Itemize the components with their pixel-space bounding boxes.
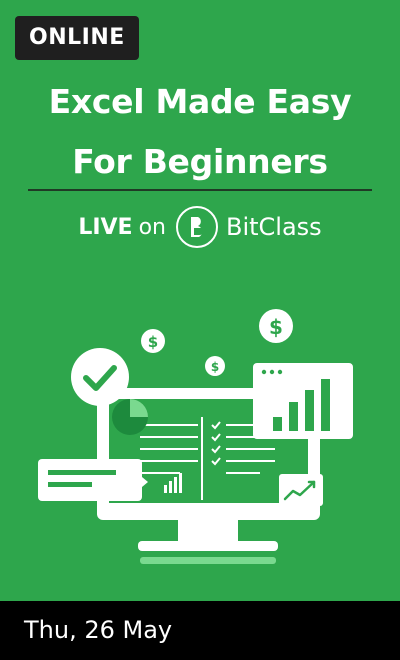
svg-text:$: $ (211, 360, 219, 374)
trend-line-icon (279, 474, 323, 506)
dollar-coin-icon: $ (205, 356, 225, 376)
checkmark-circle-icon (71, 348, 129, 406)
bar-chart-icon (253, 363, 353, 439)
event-card: ONLINE Excel Made Easy For Beginners LIV… (0, 0, 400, 660)
svg-text:$: $ (148, 333, 158, 351)
svg-text:$: $ (269, 315, 283, 339)
title-line-1: Excel Made Easy (48, 82, 352, 121)
computer-illustration: $ $ $ (38, 309, 353, 564)
dollar-coin-icon: $ (259, 309, 293, 343)
brand-name: BitClass (225, 213, 322, 241)
on-label: on (138, 214, 166, 240)
dollar-coin-icon: $ (141, 329, 165, 353)
bitclass-logo-icon (175, 206, 218, 248)
live-on-row: LIVE on BitClass (0, 204, 400, 250)
message-card-icon (38, 459, 148, 501)
divider (28, 189, 372, 191)
event-date: Thu, 26 May (0, 601, 400, 660)
title-line-2: For Beginners (72, 142, 328, 181)
pie-chart-icon (112, 399, 148, 435)
online-badge: ONLINE (15, 16, 139, 60)
live-label: LIVE (78, 214, 133, 240)
